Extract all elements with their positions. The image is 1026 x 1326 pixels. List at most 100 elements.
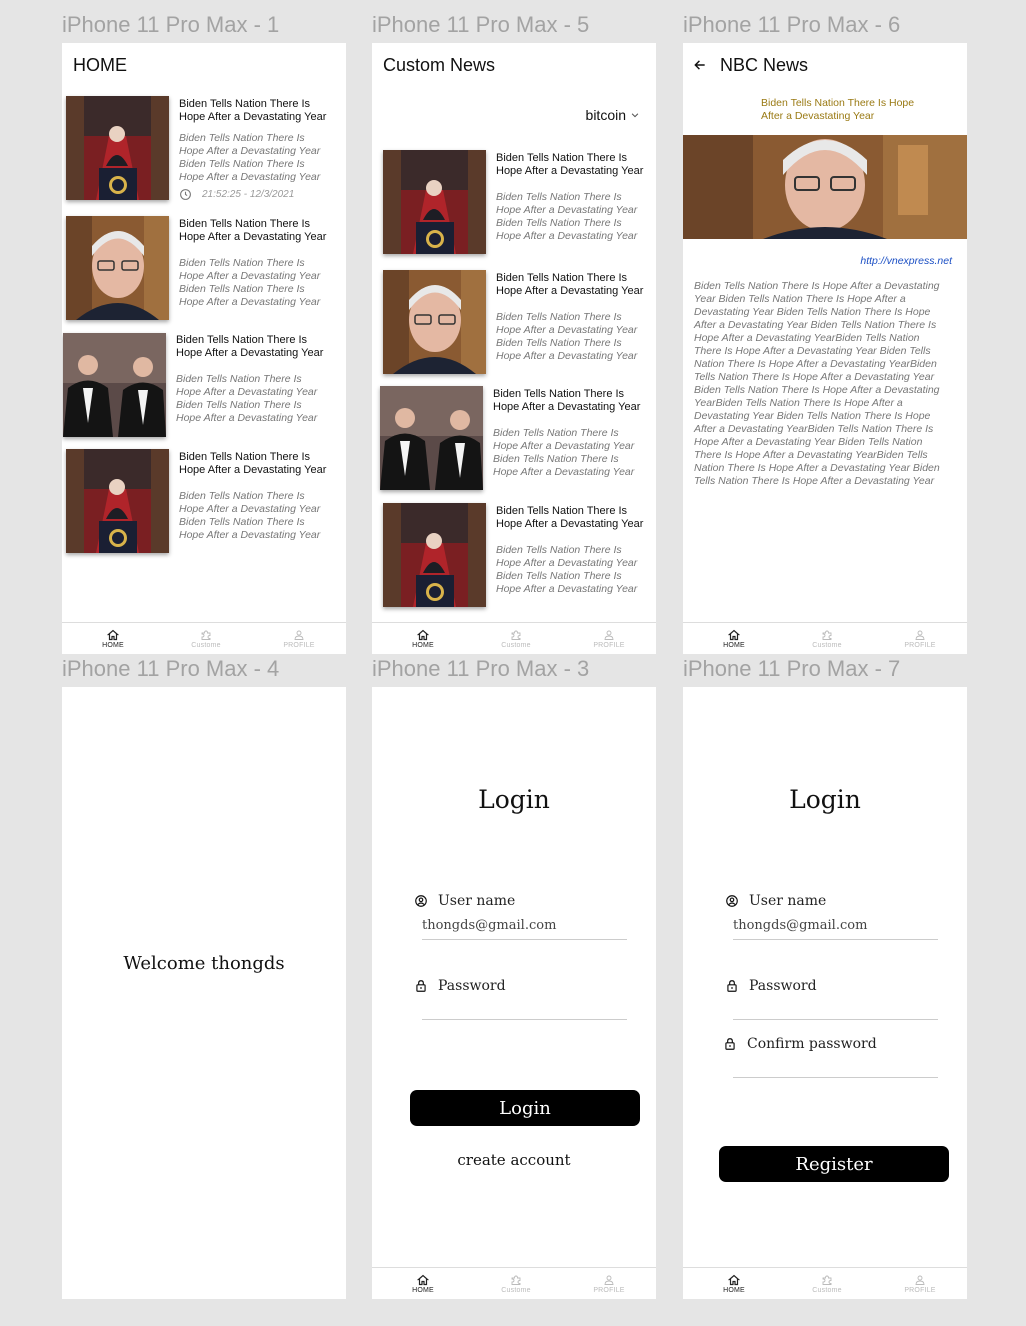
username-label-text: User name: [749, 893, 827, 909]
frame-label-4: iPhone 11 Pro Max - 4: [62, 656, 280, 681]
nav-home[interactable]: HOME: [88, 623, 138, 654]
username-field[interactable]: thongds@gmail.com: [733, 918, 938, 940]
home-icon: [417, 629, 429, 641]
confirm-password-field[interactable]: [733, 1056, 938, 1078]
user-icon: [914, 1274, 926, 1286]
nav-label: Custome: [812, 641, 842, 649]
password-field[interactable]: [422, 998, 627, 1020]
article-headline: Biden Tells Nation There Is Hope After a…: [761, 97, 915, 122]
puzzle-icon: [200, 629, 212, 641]
nav-label: PROFILE: [283, 641, 315, 649]
register-button[interactable]: Register: [719, 1146, 949, 1182]
article-body: Biden Tells Nation There Is Hope After a…: [694, 280, 940, 487]
nav-label: Custome: [501, 641, 531, 649]
nav-custom[interactable]: Custome: [491, 1268, 541, 1299]
nav-label: HOME: [723, 641, 745, 649]
news-title: Biden Tells Nation There Is Hope After a…: [496, 272, 644, 297]
bottom-nav: HOME Custome PROFILE: [683, 1267, 967, 1299]
bottom-nav: HOME Custome PROFILE: [62, 622, 346, 654]
news-thumbnail: [66, 216, 169, 320]
account-circle-icon: [725, 894, 739, 908]
page-title: Custom News: [383, 55, 496, 75]
news-card[interactable]: Biden Tells Nation There Is Hope After a…: [372, 503, 656, 613]
nav-home[interactable]: HOME: [709, 623, 759, 654]
username-label: User name: [725, 893, 826, 909]
frame-label-3: iPhone 11 Pro Max - 3: [372, 656, 590, 681]
nav-profile[interactable]: PROFILE: [274, 623, 324, 654]
news-thumbnail: [383, 503, 486, 607]
arrow-left-icon: [694, 60, 705, 70]
nav-home[interactable]: HOME: [709, 1268, 759, 1299]
password-field[interactable]: [733, 998, 938, 1020]
frame-label-6: iPhone 11 Pro Max - 6: [683, 12, 901, 37]
news-title: Biden Tells Nation There Is Hope After a…: [176, 334, 324, 359]
bottom-nav: HOME Custome PROFILE: [372, 1267, 656, 1299]
news-card[interactable]: Biden Tells Nation There Is Hope After a…: [62, 333, 346, 443]
screen-welcome: Welcome thongds: [62, 687, 346, 1299]
nav-custom[interactable]: Custome: [491, 623, 541, 654]
news-timestamp: 21:52:25 - 12/3/2021: [179, 188, 294, 201]
news-title: Biden Tells Nation There Is Hope After a…: [179, 218, 327, 243]
news-thumbnail: [380, 386, 483, 490]
news-description: Biden Tells Nation There Is Hope After a…: [496, 544, 638, 595]
topic-value: bitcoin: [585, 107, 626, 123]
nav-profile[interactable]: PROFILE: [584, 1268, 634, 1299]
page-title: HOME: [73, 55, 127, 75]
nav-label: HOME: [102, 641, 124, 649]
news-card[interactable]: Biden Tells Nation There Is Hope After a…: [62, 96, 346, 206]
news-card[interactable]: Biden Tells Nation There Is Hope After a…: [62, 449, 346, 559]
news-description: Biden Tells Nation There Is Hope After a…: [493, 427, 635, 478]
puzzle-icon: [821, 1274, 833, 1286]
bottom-nav: HOME Custome PROFILE: [372, 622, 656, 654]
nav-label: Custome: [812, 1286, 842, 1294]
nav-custom[interactable]: Custome: [802, 1268, 852, 1299]
home-icon: [107, 629, 119, 641]
news-card[interactable]: Biden Tells Nation There Is Hope After a…: [62, 216, 346, 326]
puzzle-icon: [510, 1274, 522, 1286]
nav-home[interactable]: HOME: [398, 623, 448, 654]
news-title: Biden Tells Nation There Is Hope After a…: [493, 388, 641, 413]
username-label: User name: [414, 893, 515, 909]
frame-label-1: iPhone 11 Pro Max - 1: [62, 12, 280, 37]
topic-dropdown[interactable]: bitcoin: [586, 107, 640, 123]
nav-label: HOME: [412, 1286, 434, 1294]
nav-label: PROFILE: [904, 1286, 936, 1294]
home-icon: [728, 629, 740, 641]
user-icon: [603, 629, 615, 641]
screen-register: Login User name thongds@gmail.com Passwo…: [683, 687, 967, 1299]
nav-label: PROFILE: [593, 1286, 625, 1294]
home-icon: [417, 1274, 429, 1286]
account-circle-icon: [414, 894, 428, 908]
password-label: Password: [725, 978, 817, 994]
news-description: Biden Tells Nation There Is Hope After a…: [179, 132, 321, 183]
bottom-nav: HOME Custome PROFILE: [683, 622, 967, 654]
puzzle-icon: [821, 629, 833, 641]
login-button[interactable]: Login: [410, 1090, 640, 1126]
nav-label: PROFILE: [593, 641, 625, 649]
nav-home[interactable]: HOME: [398, 1268, 448, 1299]
puzzle-icon: [510, 629, 522, 641]
nav-profile[interactable]: PROFILE: [895, 623, 945, 654]
source-link[interactable]: http://vnexpress.net: [860, 255, 952, 267]
news-description: Biden Tells Nation There Is Hope After a…: [179, 490, 321, 541]
timestamp-text: 21:52:25 - 12/3/2021: [202, 189, 295, 200]
nav-profile[interactable]: PROFILE: [584, 623, 634, 654]
username-field[interactable]: thongds@gmail.com: [422, 918, 627, 940]
news-card[interactable]: Biden Tells Nation There Is Hope After a…: [372, 270, 656, 380]
user-icon: [914, 629, 926, 641]
nav-custom[interactable]: Custome: [181, 623, 231, 654]
confirm-password-label: Confirm password: [723, 1036, 877, 1052]
nav-label: Custome: [501, 1286, 531, 1294]
back-button[interactable]: [693, 58, 707, 77]
news-thumbnail: [63, 333, 166, 437]
nav-label: HOME: [723, 1286, 745, 1294]
nav-label: HOME: [412, 641, 434, 649]
news-description: Biden Tells Nation There Is Hope After a…: [176, 373, 318, 424]
nav-label: PROFILE: [904, 641, 936, 649]
nav-custom[interactable]: Custome: [802, 623, 852, 654]
news-card[interactable]: Biden Tells Nation There Is Hope After a…: [372, 150, 656, 260]
news-card[interactable]: Biden Tells Nation There Is Hope After a…: [372, 386, 656, 496]
create-account-link[interactable]: create account: [372, 1151, 656, 1169]
nav-profile[interactable]: PROFILE: [895, 1268, 945, 1299]
news-description: Biden Tells Nation There Is Hope After a…: [496, 191, 638, 242]
